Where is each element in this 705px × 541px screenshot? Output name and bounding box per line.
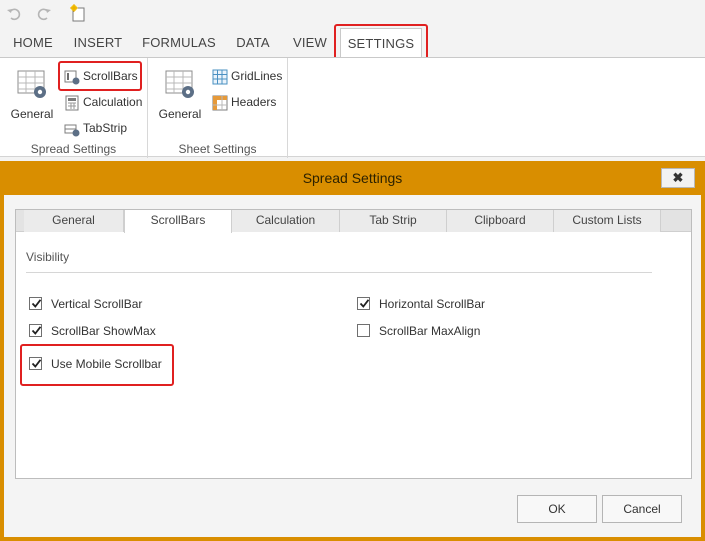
tab-insert[interactable]: INSERT <box>70 28 126 58</box>
calculation-label: Calculation <box>83 95 143 109</box>
sheet-settings-icon <box>164 70 196 103</box>
spread-general-button[interactable]: General <box>8 68 56 121</box>
scrollbar-showmax-label: ScrollBar ShowMax <box>51 323 156 338</box>
tabstrip-icon <box>64 124 80 137</box>
dialog-tab-custom-lists[interactable]: Custom Lists <box>554 210 661 232</box>
calculator-icon <box>65 95 79 111</box>
dialog-tab-scrollbars[interactable]: ScrollBars <box>124 210 232 233</box>
vertical-scrollbar-check <box>29 297 42 311</box>
section-divider <box>26 272 652 273</box>
horizontal-scrollbar-label: Horizontal ScrollBar <box>379 296 486 311</box>
vertical-scrollbar-label: Vertical ScrollBar <box>51 296 143 311</box>
dialog-tab-bar: General ScrollBars Calculation Tab Strip… <box>16 210 691 233</box>
headers-button[interactable]: Headers <box>212 92 276 112</box>
mobile-scrollbar-highlight <box>20 344 174 386</box>
headers-label: Headers <box>231 95 277 109</box>
scrollbar-showmax-checkbox[interactable]: ScrollBar ShowMax <box>29 323 156 339</box>
dialog-tab-general[interactable]: General <box>24 210 124 232</box>
tabstrip-button[interactable]: TabStrip <box>64 118 127 138</box>
tab-data[interactable]: DATA <box>230 28 276 58</box>
undo-icon[interactable] <box>6 6 22 22</box>
sheet-settings-group-label: Sheet Settings <box>178 142 257 156</box>
tab-home[interactable]: HOME <box>6 28 60 58</box>
ok-button[interactable]: OK <box>517 495 597 523</box>
close-icon[interactable]: ✖ <box>661 168 695 188</box>
cancel-button[interactable]: Cancel <box>602 495 682 523</box>
headers-icon <box>212 95 228 111</box>
tabstrip-label: TabStrip <box>83 121 128 135</box>
scrollbar-maxalign-checkbox[interactable]: ScrollBar MaxAlign <box>357 323 480 339</box>
calculation-button[interactable]: Calculation <box>64 92 142 112</box>
redo-icon[interactable] <box>36 6 52 22</box>
tab-formulas[interactable]: FORMULAS <box>138 28 220 58</box>
spread-general-label: General <box>10 107 54 121</box>
spreadsheet-settings-icon <box>16 70 48 103</box>
scrollbar-maxalign-check <box>357 324 370 338</box>
scrollbar-showmax-check <box>29 324 42 338</box>
scrollbar-maxalign-label: ScrollBar MaxAlign <box>379 323 481 338</box>
dialog-tab-tab-strip[interactable]: Tab Strip <box>340 210 447 232</box>
sheet-general-label: General <box>158 107 202 121</box>
spread-settings-group-label: Spread Settings <box>30 142 117 156</box>
dialog-tab-clipboard[interactable]: Clipboard <box>447 210 554 232</box>
sheet-settings-group: General GridLines Headers Sheet Settings <box>148 58 288 158</box>
sheet-general-button[interactable]: General <box>156 68 204 121</box>
dialog-tab-calculation[interactable]: Calculation <box>232 210 340 232</box>
tab-view[interactable]: VIEW <box>287 28 333 58</box>
gridlines-icon <box>212 69 228 85</box>
horizontal-scrollbar-check <box>357 297 370 311</box>
horizontal-scrollbar-checkbox[interactable]: Horizontal ScrollBar <box>357 296 485 312</box>
gridlines-label: GridLines <box>231 69 283 83</box>
vertical-scrollbar-checkbox[interactable]: Vertical ScrollBar <box>29 296 142 312</box>
scrollbars-button-highlight <box>58 61 142 91</box>
dialog-title: Spread Settings <box>302 170 403 186</box>
gridlines-button[interactable]: GridLines <box>212 66 282 86</box>
visibility-section-title: Visibility <box>26 250 70 264</box>
new-file-icon[interactable] <box>70 4 86 22</box>
